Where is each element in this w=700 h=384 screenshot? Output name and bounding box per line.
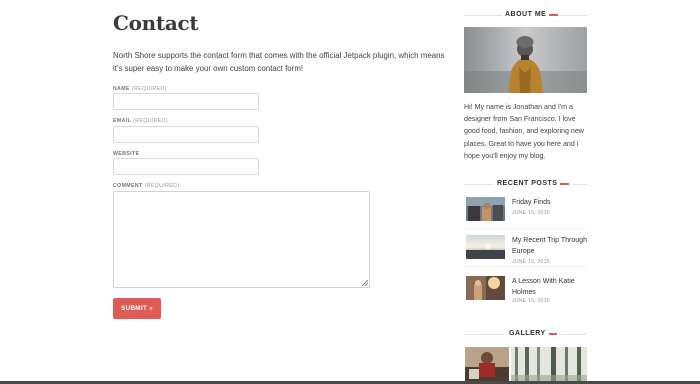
gallery-heading: GALLERY: [464, 329, 587, 339]
name-label-text: NAME: [113, 86, 130, 92]
post-thumbnail[interactable]: [466, 276, 505, 300]
recent-post-item[interactable]: A Lesson With Katie Holmes JUNE 15, 2015: [464, 276, 587, 308]
recent-posts-heading-text: RECENT POSTS: [494, 179, 561, 189]
post-date: JUNE 15, 2015: [512, 259, 550, 265]
post-thumbnail[interactable]: [466, 235, 505, 259]
comment-required-note: (REQUIRED): [144, 183, 180, 189]
submit-button[interactable]: SUBMIT »: [113, 298, 161, 319]
post-date: JUNE 15, 2015: [512, 298, 550, 304]
name-required-note: (REQUIRED): [131, 86, 167, 92]
post-title-link[interactable]: Friday Finds: [512, 197, 587, 208]
about-me-text: Hi! My name is Jonathan and I'm a design…: [464, 103, 584, 160]
intro-text: North Shore supports the contact form th…: [113, 51, 445, 73]
email-field[interactable]: [113, 126, 259, 143]
about-me-heading: ABOUT ME: [464, 10, 587, 20]
email-required-note: (REQUIRED): [133, 118, 168, 124]
page: Contact North Shore supports the contact…: [0, 0, 700, 384]
post-title-link[interactable]: A Lesson With Katie Holmes: [512, 276, 587, 298]
name-field[interactable]: [113, 93, 259, 110]
post-thumbnail[interactable]: [466, 197, 505, 221]
comment-label: COMMENT (REQUIRED): [113, 183, 179, 189]
name-label: NAME (REQUIRED): [113, 86, 167, 92]
website-label: WEBSITE: [113, 151, 139, 157]
comment-label-text: COMMENT: [113, 183, 143, 189]
recent-posts-heading: RECENT POSTS: [464, 179, 587, 189]
about-me-photo: [464, 27, 587, 93]
page-title: Contact: [113, 11, 199, 35]
gallery-image[interactable]: [511, 347, 587, 384]
recent-post-item[interactable]: Friday Finds JUNE 15, 2015: [464, 197, 587, 229]
comment-textarea[interactable]: [113, 191, 370, 288]
email-label: EMAIL (REQUIRED): [113, 118, 168, 124]
post-date: JUNE 15, 2015: [512, 210, 550, 216]
website-label-text: WEBSITE: [113, 151, 140, 157]
website-field[interactable]: [113, 158, 259, 175]
about-me-heading-text: ABOUT ME: [502, 10, 550, 20]
resize-grip-icon[interactable]: [362, 280, 368, 286]
gallery-image[interactable]: [465, 347, 509, 384]
recent-post-item[interactable]: My Recent Trip Through Europe JUNE 15, 2…: [464, 235, 587, 267]
post-title-link[interactable]: My Recent Trip Through Europe: [512, 235, 587, 257]
email-label-text: EMAIL: [113, 118, 132, 124]
gallery-heading-text: GALLERY: [506, 329, 549, 339]
